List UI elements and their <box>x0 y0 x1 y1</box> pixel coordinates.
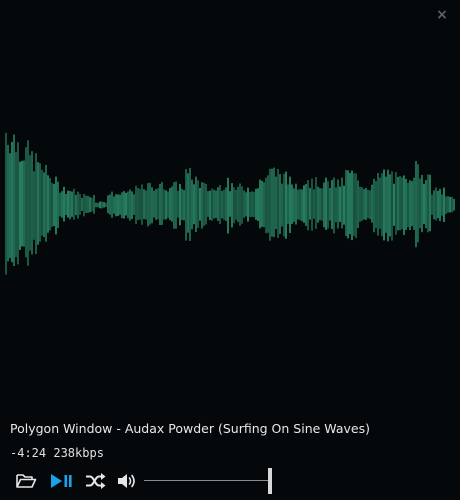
volume-button[interactable] <box>116 468 138 494</box>
track-title: Polygon Window - Audax Powder (Surfing O… <box>10 421 370 436</box>
open-file-button[interactable] <box>14 468 38 494</box>
close-icon: × <box>436 7 448 23</box>
volume-icon <box>118 474 135 488</box>
volume-slider-handle[interactable] <box>268 468 272 494</box>
play-pause-button[interactable] <box>48 468 74 494</box>
bitrate: 238kbps <box>53 446 104 460</box>
folder-open-icon <box>16 474 37 488</box>
time-remaining: -4:24 <box>10 446 47 460</box>
close-button[interactable]: × <box>434 7 450 23</box>
control-bar <box>14 468 454 494</box>
waveform-visualizer <box>5 132 455 275</box>
track-info: -4:24 238kbps <box>10 446 104 460</box>
player-window: × Polygon Window - Audax Powder (Surfing… <box>0 0 460 500</box>
shuffle-button[interactable] <box>84 468 108 494</box>
volume-slider[interactable] <box>144 468 272 494</box>
play-pause-icon <box>51 474 72 488</box>
shuffle-icon <box>86 473 106 489</box>
